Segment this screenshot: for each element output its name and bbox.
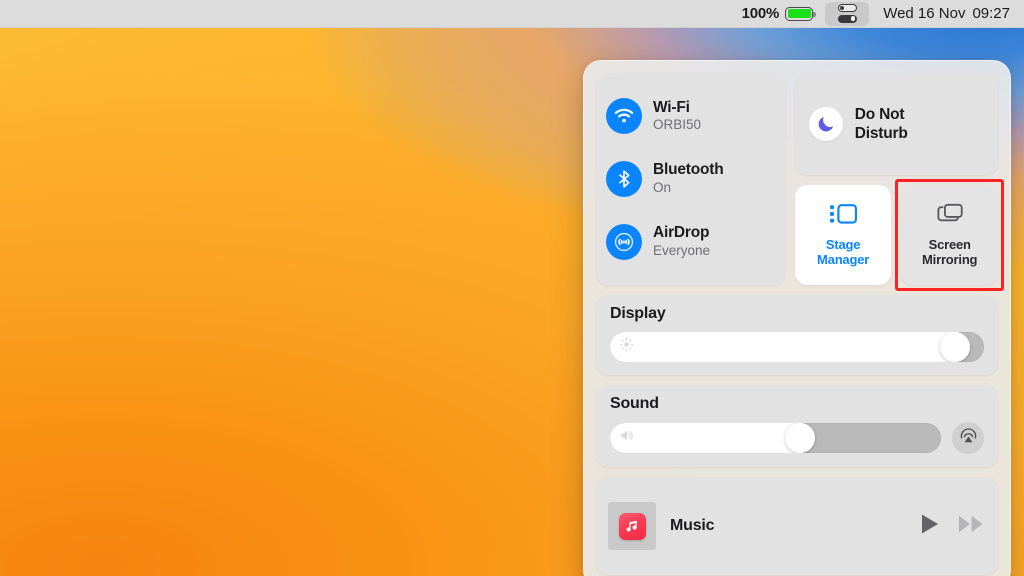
brightness-icon xyxy=(619,337,634,357)
battery-full-icon xyxy=(785,6,816,21)
control-center-menubar-button[interactable] xyxy=(825,1,870,26)
control-center-tile-row: Stage Manager Screen Mirroring xyxy=(794,179,1004,291)
menu-bar: 100% Wed 16 Nov 09:27 xyxy=(0,0,1024,28)
control-center-top-row: Wi-Fi ORBI50 Bluetooth On AirDrop Everyo… xyxy=(596,73,1004,291)
connectivity-module: Wi-Fi ORBI50 Bluetooth On AirDrop Everyo… xyxy=(596,73,785,285)
dnd-label-line1: Do Not xyxy=(854,105,905,123)
wifi-status: ORBI50 xyxy=(653,117,702,133)
stage-manager-icon xyxy=(828,202,858,231)
airdrop-text: AirDrop Everyone xyxy=(653,224,710,259)
album-art-placeholder xyxy=(608,502,656,550)
screen-mirroring-label: Screen Mirroring xyxy=(922,238,977,267)
airdrop-label: AirDrop xyxy=(653,223,710,241)
screen: 100% Wed 16 Nov 09:27 Wi-Fi ORBI50 Bluet… xyxy=(0,0,1024,576)
screen-mirroring-label-line1: Screen xyxy=(928,237,971,253)
display-title: Display xyxy=(610,305,666,322)
display-slider-row xyxy=(610,332,984,362)
do-not-disturb-label: Do Not Disturb xyxy=(855,105,908,144)
dnd-label-line2: Disturb xyxy=(854,125,908,142)
control-center-toggles-icon xyxy=(837,3,857,24)
fast-forward-icon[interactable] xyxy=(958,514,984,539)
screen-mirroring-label-line2: Mirroring xyxy=(922,252,978,267)
sound-slider-row xyxy=(610,422,984,454)
bluetooth-row[interactable]: Bluetooth On xyxy=(606,153,775,205)
control-center-right-stack: Do Not Disturb Stage Manager Screen Mirr… xyxy=(794,73,1004,291)
airplay-audio-icon xyxy=(959,426,978,450)
stage-manager-tile[interactable]: Stage Manager xyxy=(794,185,892,285)
speaker-icon xyxy=(619,429,635,448)
airdrop-status: Everyone xyxy=(653,242,711,258)
bluetooth-label: Bluetooth xyxy=(653,161,724,179)
screen-mirroring-highlight-box xyxy=(895,179,1004,291)
music-title: Music xyxy=(670,517,715,534)
wifi-label: Wi-Fi xyxy=(653,98,690,116)
display-module: Display xyxy=(596,295,998,375)
wifi-text: Wi-Fi ORBI50 xyxy=(653,99,701,134)
screen-mirroring-icon xyxy=(936,202,964,231)
do-not-disturb-module[interactable]: Do Not Disturb xyxy=(794,73,998,175)
screen-mirroring-tile[interactable]: Screen Mirroring xyxy=(895,179,1004,291)
control-center-panel: Wi-Fi ORBI50 Bluetooth On AirDrop Everyo… xyxy=(583,60,1011,576)
menubar-clock[interactable]: Wed 16 Nov 09:27 xyxy=(883,5,1010,22)
airplay-audio-button[interactable] xyxy=(952,422,984,454)
stage-manager-label: Stage Manager xyxy=(817,238,869,267)
airdrop-icon[interactable] xyxy=(606,223,642,260)
wifi-icon[interactable] xyxy=(606,98,642,135)
play-icon[interactable] xyxy=(920,513,940,540)
battery-percent-label: 100% xyxy=(741,5,780,22)
sound-volume-slider[interactable] xyxy=(610,423,941,453)
music-app-icon xyxy=(618,512,646,540)
moon-icon xyxy=(808,107,843,141)
battery-status[interactable]: 100% xyxy=(741,5,816,22)
airdrop-row[interactable]: AirDrop Everyone xyxy=(606,216,775,268)
menubar-date: Wed 16 Nov xyxy=(883,5,966,22)
music-module: Music xyxy=(596,477,998,575)
bluetooth-text: Bluetooth On xyxy=(653,161,724,196)
menubar-time: 09:27 xyxy=(972,5,1010,22)
display-brightness-slider[interactable] xyxy=(610,332,984,362)
wifi-row[interactable]: Wi-Fi ORBI50 xyxy=(606,90,775,142)
sound-title: Sound xyxy=(610,395,659,412)
music-controls xyxy=(920,513,984,540)
stage-manager-label-line1: Stage xyxy=(825,237,861,253)
stage-manager-label-line2: Manager xyxy=(817,252,870,267)
sound-module: Sound xyxy=(596,385,998,467)
bluetooth-icon[interactable] xyxy=(606,160,642,197)
bluetooth-status: On xyxy=(653,179,672,195)
